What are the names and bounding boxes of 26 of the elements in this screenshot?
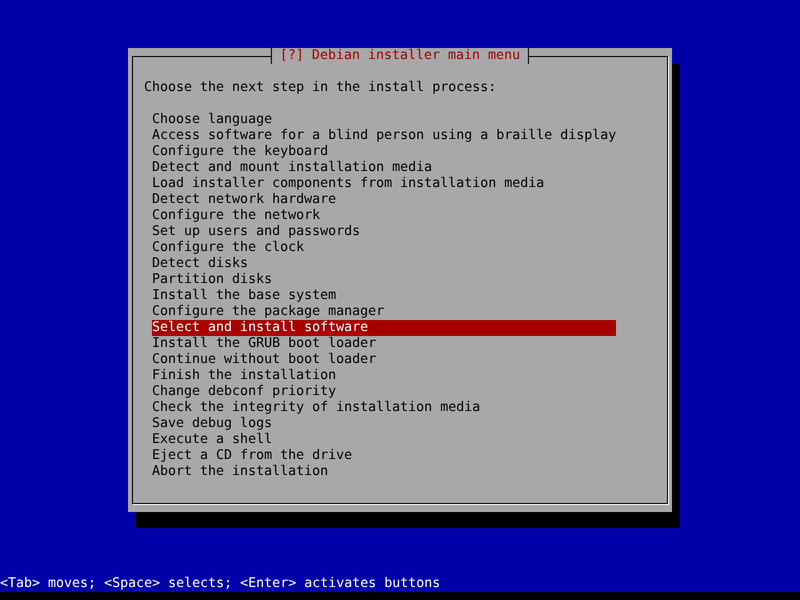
menu-item[interactable]: Detect network hardware [152,192,616,208]
dialog-title: [?] Debian installer main menu [270,48,530,64]
menu-item[interactable]: Access software for a blind person using a braille display [152,128,616,144]
menu-item[interactable]: Partition disks [152,272,616,288]
menu-item[interactable]: Change debconf priority [152,384,616,400]
menu-item[interactable]: Configure the keyboard [152,144,616,160]
menu-item[interactable]: Install the base system [152,288,616,304]
menu-item[interactable]: Finish the installation [152,368,616,384]
menu-item[interactable]: Set up users and passwords [152,224,616,240]
menu-item[interactable]: Detect and mount installation media [152,160,616,176]
menu-item[interactable]: Eject a CD from the drive [152,448,616,464]
menu-item[interactable]: Select and install software [152,320,616,336]
status-bar-text: <Tab> moves; <Space> selects; <Enter> activates buttons [0,576,440,592]
menu-item[interactable]: Check the integrity of installation media [152,400,616,416]
menu-item[interactable]: Install the GRUB boot loader [152,336,616,352]
menu-item[interactable]: Continue without boot loader [152,352,616,368]
menu-item[interactable]: Abort the installation [152,464,616,480]
prompt-text: Choose the next step in the install process: [144,80,496,96]
menu-item[interactable]: Configure the package manager [152,304,616,320]
menu-item[interactable]: Configure the network [152,208,616,224]
menu-item[interactable]: Configure the clock [152,240,616,256]
menu-item[interactable]: Execute a shell [152,432,616,448]
menu-item[interactable]: Load installer components from installation media [152,176,616,192]
menu-item[interactable]: Choose language [152,112,616,128]
menu-item[interactable]: Save debug logs [152,416,616,432]
menu-item[interactable]: Detect disks [152,256,616,272]
